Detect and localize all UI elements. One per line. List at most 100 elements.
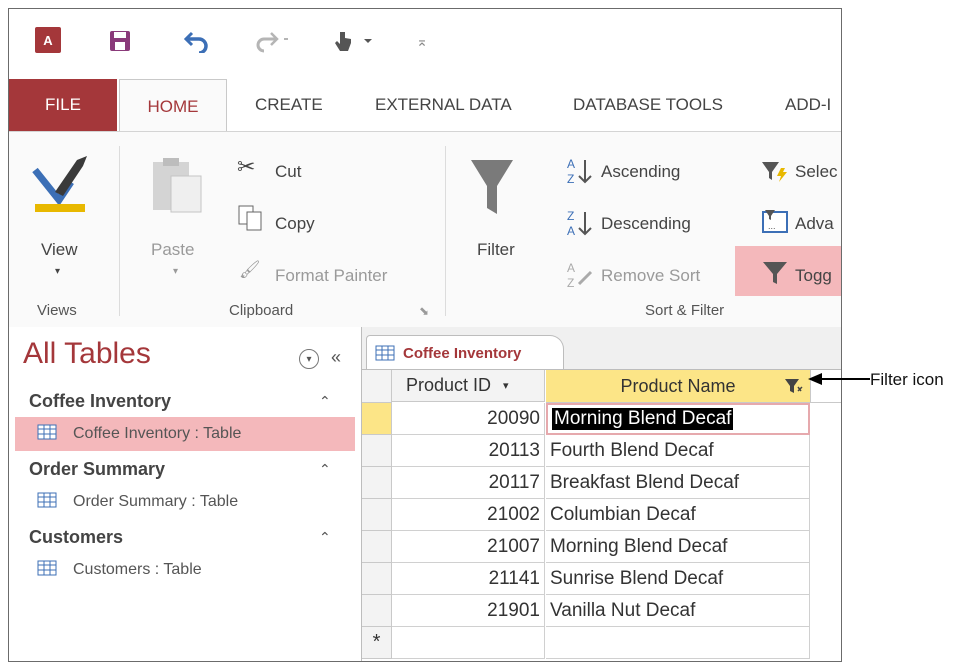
filter-funnel-icon[interactable] xyxy=(469,156,515,223)
paste-button[interactable]: Paste xyxy=(151,240,194,260)
access-logo-icon[interactable]: A xyxy=(35,27,61,53)
quick-access-toolbar: A ⌅ xyxy=(9,9,841,77)
ascending-button[interactable]: Ascending xyxy=(601,162,680,182)
row-selector[interactable] xyxy=(362,435,392,467)
nav-item-order-summary-table[interactable]: Order Summary : Table xyxy=(15,485,355,519)
format-painter-button[interactable]: Format Painter xyxy=(275,266,387,286)
select-all-corner[interactable] xyxy=(362,370,392,403)
nav-item-label: Coffee Inventory : Table xyxy=(73,425,242,442)
nav-item-coffee-inventory-table[interactable]: Coffee Inventory : Table xyxy=(15,417,355,451)
svg-text:A: A xyxy=(567,261,575,275)
save-icon[interactable] xyxy=(105,27,135,55)
advanced-button[interactable]: Adva xyxy=(795,214,834,234)
cell-product-name[interactable]: Columbian Decaf xyxy=(546,499,810,531)
tab-database-tools[interactable]: DATABASE TOOLS xyxy=(573,79,723,131)
access-logo-text: A xyxy=(43,32,53,48)
separator xyxy=(445,146,446,316)
row-selector[interactable] xyxy=(362,467,392,499)
cell-product-id[interactable]: 21141 xyxy=(392,563,545,595)
column-header-product-id[interactable]: Product ID ▾ xyxy=(392,370,545,402)
tab-create[interactable]: CREATE xyxy=(255,79,323,131)
tab-add-ins[interactable]: ADD-I xyxy=(785,79,831,131)
datasheet-grid: Product ID ▾ Product Name * 20090 Mornin… xyxy=(362,369,841,661)
cell-product-name[interactable]: Vanilla Nut Decaf xyxy=(546,595,810,627)
svg-text:Z: Z xyxy=(567,276,574,290)
row-selector[interactable] xyxy=(362,563,392,595)
nav-item-label: Customers : Table xyxy=(73,561,202,578)
view-dropdown-icon[interactable]: ▾ xyxy=(55,266,60,277)
svg-text:A: A xyxy=(567,224,575,238)
nav-group-customers[interactable]: Customers xyxy=(29,527,123,548)
nav-item-label: Order Summary : Table xyxy=(73,493,239,510)
view-icon[interactable] xyxy=(31,152,93,221)
advanced-icon: ... xyxy=(761,208,789,239)
column-header-label: Product ID xyxy=(406,375,492,395)
table-icon xyxy=(37,560,57,581)
nav-menu-dropdown-icon[interactable]: ▾ xyxy=(299,349,319,369)
touch-mode-icon[interactable] xyxy=(329,27,375,55)
filter-button[interactable]: Filter xyxy=(477,240,515,260)
tab-file[interactable]: FILE xyxy=(9,79,117,131)
document-area: Coffee Inventory Product ID ▾ Product Na… xyxy=(362,327,841,661)
access-window: A ⌅ FILE HOME CREATE EXTERNAL DATA DATAB… xyxy=(8,8,842,662)
row-selector[interactable] xyxy=(362,595,392,627)
cell-product-name[interactable]: Fourth Blend Decaf xyxy=(546,435,810,467)
remove-sort-button[interactable]: Remove Sort xyxy=(601,266,700,286)
remove-sort-icon: AZ xyxy=(565,260,595,295)
cell-product-name-selected[interactable]: Morning Blend Decaf xyxy=(546,403,810,435)
toggle-filter-button[interactable]: Togg xyxy=(795,266,832,286)
cell-product-id[interactable]: 20090 xyxy=(392,403,545,435)
nav-item-customers-table[interactable]: Customers : Table xyxy=(15,553,355,587)
toggle-filter-icon xyxy=(761,260,789,291)
column-dropdown-icon[interactable]: ▾ xyxy=(503,379,509,392)
filter-icon[interactable] xyxy=(784,377,804,400)
redo-icon[interactable] xyxy=(253,27,295,55)
cell-product-name[interactable]: Morning Blend Decaf xyxy=(546,531,810,563)
ribbon-tab-strip: FILE HOME CREATE EXTERNAL DATA DATABASE … xyxy=(9,79,841,133)
new-record-marker: * xyxy=(372,631,381,653)
cell-product-id[interactable]: 21002 xyxy=(392,499,545,531)
nav-pane-title[interactable]: All Tables xyxy=(23,337,151,371)
table-icon xyxy=(37,492,57,513)
row-selector[interactable] xyxy=(362,499,392,531)
cell-product-name[interactable]: Sunrise Blend Decaf xyxy=(546,563,810,595)
column-header-product-name[interactable]: Product Name xyxy=(546,370,811,403)
callout-label: Filter icon xyxy=(870,370,944,389)
clipboard-launcher-icon[interactable]: ⬊ xyxy=(419,304,429,318)
separator xyxy=(119,146,120,316)
cell-product-name[interactable]: Breakfast Blend Decaf xyxy=(546,467,810,499)
row-selector[interactable] xyxy=(362,531,392,563)
selected-text: Morning Blend Decaf xyxy=(552,408,734,430)
document-tab-coffee-inventory[interactable]: Coffee Inventory xyxy=(366,335,564,370)
cut-button[interactable]: Cut xyxy=(275,162,301,182)
cell-product-id[interactable]: 20113 xyxy=(392,435,545,467)
customize-qat-icon[interactable]: ⌅ xyxy=(409,27,435,55)
collapse-group-icon[interactable]: ⌃ xyxy=(319,393,331,410)
new-record-row-selector[interactable]: * xyxy=(362,627,392,659)
svg-text:Z: Z xyxy=(567,172,574,186)
undo-icon[interactable] xyxy=(181,27,213,55)
collapse-group-icon[interactable]: ⌃ xyxy=(319,529,331,546)
tab-external-data[interactable]: EXTERNAL DATA xyxy=(375,79,512,131)
cell-product-id[interactable]: 21901 xyxy=(392,595,545,627)
row-selector-current[interactable] xyxy=(362,403,392,435)
new-record-id-cell[interactable] xyxy=(392,627,545,659)
copy-button[interactable]: Copy xyxy=(275,214,315,234)
nav-group-coffee-inventory[interactable]: Coffee Inventory xyxy=(29,391,171,412)
tab-home[interactable]: HOME xyxy=(119,79,227,133)
ascending-icon: AZ xyxy=(565,156,595,191)
table-icon xyxy=(37,424,57,445)
descending-button[interactable]: Descending xyxy=(601,214,691,234)
nav-group-order-summary[interactable]: Order Summary xyxy=(29,459,165,480)
cell-product-id[interactable]: 20117 xyxy=(392,467,545,499)
sort-filter-group-label: Sort & Filter xyxy=(645,302,725,319)
view-button[interactable]: View xyxy=(41,240,78,260)
svg-text:...: ... xyxy=(768,221,776,231)
new-record-name-cell[interactable] xyxy=(546,627,810,659)
paste-dropdown-icon[interactable]: ▾ xyxy=(173,266,178,277)
paste-icon[interactable] xyxy=(149,154,205,221)
collapse-group-icon[interactable]: ⌃ xyxy=(319,461,331,478)
selection-button[interactable]: Selec xyxy=(795,162,838,182)
cell-product-id[interactable]: 21007 xyxy=(392,531,545,563)
shutter-bar-close-icon[interactable]: « xyxy=(331,347,341,368)
